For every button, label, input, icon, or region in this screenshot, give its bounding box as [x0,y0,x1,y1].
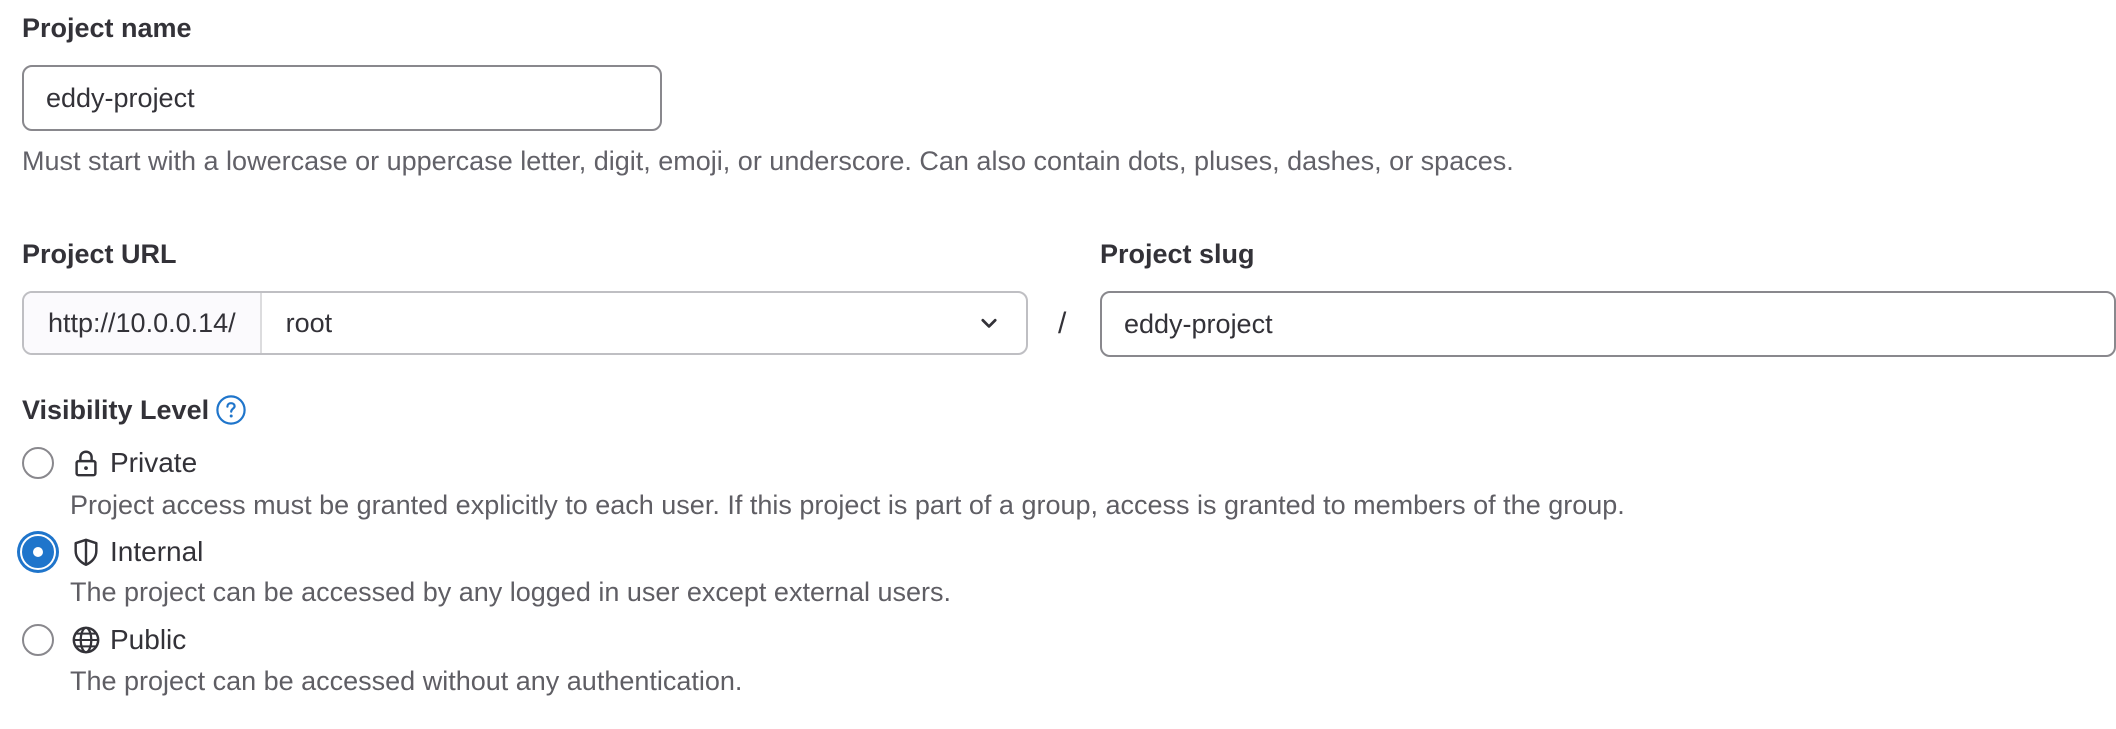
project-slug-input[interactable]: eddy-project [1100,291,2116,357]
public-label: Public [110,624,187,655]
visibility-option-public[interactable]: Public [22,624,186,656]
public-radio[interactable] [22,624,54,656]
project-url-prefix: http://10.0.0.14/ [24,293,262,353]
internal-label: Internal [110,536,204,567]
private-label: Private [110,447,198,478]
question-circle-icon[interactable] [215,394,247,426]
project-url-group: http://10.0.0.14/ root [22,291,1028,355]
private-description: Project access must be granted explicitl… [70,490,1625,520]
url-separator: / [1058,307,1067,340]
public-description: The project can be accessed without any … [70,666,743,696]
lock-icon [70,447,102,479]
visibility-option-private[interactable]: Private [22,447,197,479]
project-url-label: Project URL [22,239,177,269]
project-name-label: Project name [22,13,192,43]
project-slug-value: eddy-project [1124,308,1273,339]
namespace-value: root [285,307,333,338]
project-slug-label: Project slug [1100,239,1255,269]
visibility-header: Visibility Level [22,394,247,426]
chevron-down-icon [976,310,1002,336]
private-radio[interactable] [22,447,54,479]
shield-icon [70,536,102,568]
project-name-input[interactable]: eddy-project [22,65,662,131]
new-project-form: Project name eddy-project Must start wit… [0,0,2116,729]
visibility-option-internal[interactable]: Internal [22,536,203,568]
internal-radio[interactable] [22,536,54,568]
project-name-help: Must start with a lowercase or uppercase… [22,146,1514,176]
namespace-dropdown[interactable]: root [262,293,1026,353]
project-name-value: eddy-project [46,82,195,113]
visibility-label: Visibility Level [22,395,210,425]
internal-description: The project can be accessed by any logge… [70,577,952,607]
earth-icon [70,624,102,656]
